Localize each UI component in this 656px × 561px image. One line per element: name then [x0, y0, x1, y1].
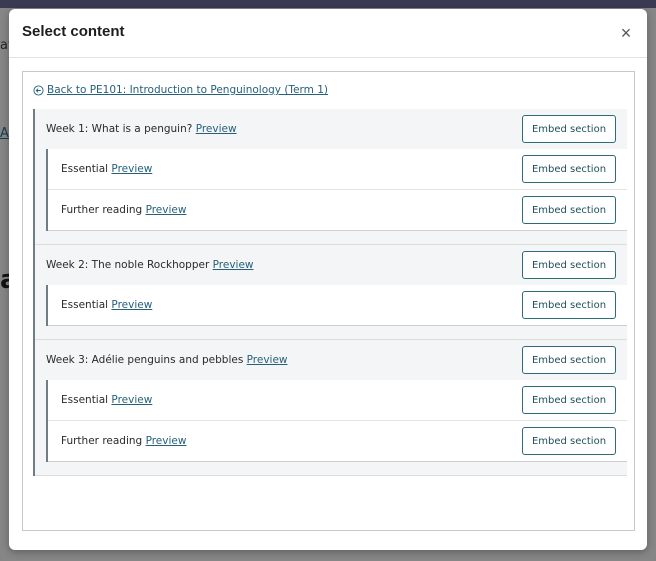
subsection-list: Essential Preview Embed section Further re…: [46, 380, 627, 462]
subsection-title-text: Essential: [61, 163, 109, 175]
embed-section-button[interactable]: Embed section: [522, 346, 616, 374]
section-2: Week 2: The noble Rockhopper Preview Embe…: [35, 245, 627, 340]
section-title: Week 1: What is a penguin? Preview: [46, 123, 237, 135]
section-title: Week 2: The noble Rockhopper Preview: [46, 259, 254, 271]
back-link-label: Back to PE101: Introduction to Penguinol…: [47, 84, 328, 96]
section-row: Week 3: Adélie penguins and pebbles Prev…: [35, 340, 627, 380]
subsection-row: Further reading Preview Embed section: [48, 421, 627, 462]
section-title-text: Week 3: Adélie penguins and pebbles: [46, 354, 244, 366]
embed-section-button[interactable]: Embed section: [522, 251, 616, 279]
subsection-title-text: Essential: [61, 299, 109, 311]
subsection-title: Essential Preview: [61, 299, 152, 311]
embed-section-button[interactable]: Embed section: [522, 386, 616, 414]
subsection-title: Further reading Preview: [61, 435, 186, 447]
section-row: Week 2: The noble Rockhopper Preview Embe…: [35, 245, 627, 285]
section-title-text: Week 2: The noble Rockhopper: [46, 259, 210, 271]
subsection-list: Essential Preview Embed section Further re…: [46, 149, 627, 231]
subsection-title: Further reading Preview: [61, 204, 186, 216]
section-1: Week 1: What is a penguin? Preview Embed …: [35, 109, 627, 245]
section-row: Week 1: What is a penguin? Preview Embed …: [35, 109, 627, 149]
subsection-title-text: Essential: [61, 394, 109, 406]
section-title-text: Week 1: What is a penguin?: [46, 123, 193, 135]
subsection-title-text: Further reading: [61, 204, 143, 216]
embed-section-button[interactable]: Embed section: [522, 291, 616, 319]
subsection-title: Essential Preview: [61, 163, 152, 175]
subsection-row: Further reading Preview Embed section: [48, 190, 627, 231]
subsection-row: Essential Preview Embed section: [48, 149, 627, 190]
content-frame: Back to PE101: Introduction to Penguinol…: [22, 71, 635, 531]
dialog-header: Select content ×: [9, 9, 647, 58]
close-button[interactable]: ×: [615, 22, 637, 44]
subsection-title: Essential Preview: [61, 394, 152, 406]
section-tree: Week 1: What is a penguin? Preview Embed …: [33, 109, 627, 476]
subsection-row: Essential Preview Embed section: [48, 285, 627, 326]
preview-link[interactable]: Preview: [111, 299, 152, 311]
select-content-dialog: Select content × Back to PE101: Introduc…: [9, 9, 647, 550]
preview-link[interactable]: Preview: [146, 435, 187, 447]
embed-section-button[interactable]: Embed section: [522, 196, 616, 224]
preview-link[interactable]: Preview: [111, 163, 152, 175]
embed-section-button[interactable]: Embed section: [522, 427, 616, 455]
section-title: Week 3: Adélie penguins and pebbles Prev…: [46, 354, 288, 366]
embed-section-button[interactable]: Embed section: [522, 155, 616, 183]
embed-section-button[interactable]: Embed section: [522, 115, 616, 143]
preview-link[interactable]: Preview: [196, 123, 237, 135]
dialog-title: Select content: [22, 23, 125, 40]
subsection-row: Essential Preview Embed section: [48, 380, 627, 421]
preview-link[interactable]: Preview: [111, 394, 152, 406]
preview-link[interactable]: Preview: [146, 204, 187, 216]
subsection-title-text: Further reading: [61, 435, 143, 447]
back-to-course-link[interactable]: Back to PE101: Introduction to Penguinol…: [33, 84, 328, 96]
section-3: Week 3: Adélie penguins and pebbles Prev…: [35, 340, 627, 476]
arrow-left-circle-icon: [33, 84, 44, 96]
preview-link[interactable]: Preview: [213, 259, 254, 271]
subsection-list: Essential Preview Embed section: [46, 285, 627, 326]
preview-link[interactable]: Preview: [247, 354, 288, 366]
